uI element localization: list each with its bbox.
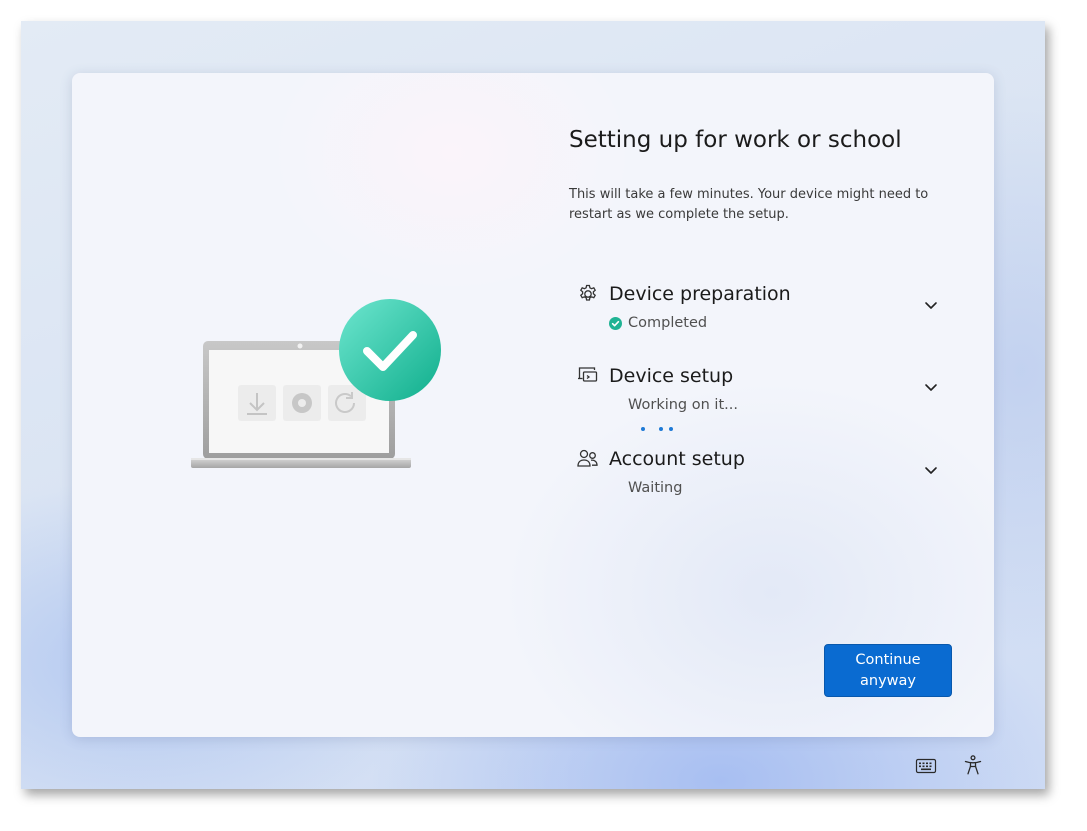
device-setup-icon [577,365,599,387]
progress-indicator [641,427,681,433]
completed-check-icon [609,317,622,330]
step-status: Working on it... [628,397,738,413]
page-subtitle: This will take a few minutes. Your devic… [569,187,929,222]
download-icon [238,385,276,421]
step-device-preparation: Device preparation Completed [577,283,947,353]
step-title: Device setup [609,365,734,387]
page-title: Setting up for work or school [569,127,902,153]
step-account-setup: Account setup Waiting [577,448,947,518]
setup-card: Setting up for work or school This will … [72,73,994,737]
gear-icon [577,283,599,305]
chevron-down-icon[interactable] [923,297,939,313]
settings-icon [283,385,321,421]
keyboard-icon[interactable] [915,755,937,777]
people-icon [577,448,599,470]
continue-anyway-button[interactable]: Continue anyway [824,644,952,697]
step-title: Device preparation [609,283,791,305]
chevron-down-icon[interactable] [923,462,939,478]
laptop-illustration [191,299,441,468]
accessibility-icon[interactable] [962,754,984,776]
step-status: Waiting [628,480,683,496]
checkmark-icon [339,299,441,401]
step-device-setup: Device setup Working on it... [577,365,947,435]
step-title: Account setup [609,448,745,470]
chevron-down-icon[interactable] [923,379,939,395]
step-status: Completed [628,315,708,331]
oobe-screen: Setting up for work or school This will … [21,21,1045,789]
